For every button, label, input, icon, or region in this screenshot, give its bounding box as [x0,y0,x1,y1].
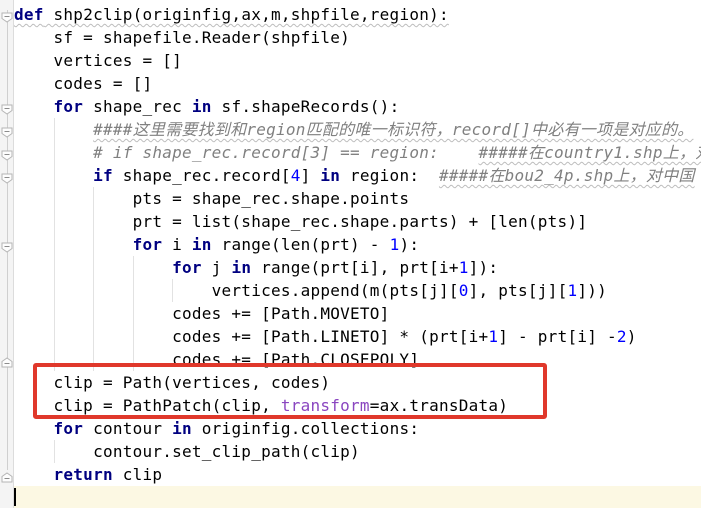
code-token: for [54,97,84,116]
code-token: codes = [] [14,74,152,93]
code-token: in [192,97,212,116]
code-token: i [162,235,192,254]
pycharm-editor: def shp2clip(originfig,ax,m,shpfile,regi… [0,0,701,508]
code-token [14,465,54,484]
code-token: ####这里需要找到和region匹配的唯一标识符，record[]中必有一项是… [93,120,693,139]
code-token [14,97,54,116]
fold-collapse-icon[interactable] [1,167,13,178]
code-token: codes += [Path.LINETO] * (prt[i+ [14,327,488,346]
code-token: def [14,5,44,24]
code-token: for [133,235,163,254]
fold-end-icon[interactable] [1,466,13,477]
code-token: 0 [459,281,469,300]
code-token: ]): [469,258,499,277]
code-token: ])) [577,281,607,300]
code-token [14,120,93,139]
code-token: codes += [Path.MOVETO] [14,304,390,323]
code-token: prt = list(shape_rec.shape.parts) + [len… [14,212,587,231]
code-line-21[interactable]: return clip [14,463,701,486]
code-token: contour [83,419,172,438]
code-token: vertices = [] [14,51,182,70]
code-token: j [202,258,232,277]
code-token: # if shape_rec.record[3] == region: [93,143,478,162]
fold-collapse-icon[interactable] [1,6,13,17]
code-token: #####在country1.shp上，对 [479,143,701,162]
code-area[interactable]: def shp2clip(originfig,ax,m,shpfile,regi… [14,3,701,508]
code-token: ], pts[j][ [469,281,568,300]
code-token: 1 [488,327,498,346]
code-token: contour.set_clip_path(clip) [14,442,360,461]
fold-collapse-icon[interactable] [1,236,13,247]
code-token: sf.shapeRecords(): [212,97,400,116]
fold-collapse-icon[interactable] [1,144,13,155]
code-token: 1 [567,281,577,300]
code-token: vertices.append(m(pts[j][ [14,281,459,300]
code-line-4[interactable]: codes = [] [14,72,701,95]
code-token: originfig.collections: [192,419,419,438]
code-token: 2 [617,327,627,346]
code-token: in [172,419,192,438]
code-line-5[interactable]: for shape_rec in sf.shapeRecords(): [14,95,701,118]
code-token [14,143,93,162]
code-token: #####在bou2_4p.shp上，对中国 [439,166,695,185]
code-line-7[interactable]: # if shape_rec.record[3] == region: ####… [14,141,701,164]
code-token [14,258,172,277]
code-token: range(len(prt) - [212,235,390,254]
code-token: 4 [291,166,301,185]
code-token: 1 [390,235,400,254]
code-token: shp2clip(originfig,ax,m,shpfile,region): [44,5,449,24]
text-caret [14,488,16,506]
code-token: ): [399,235,419,254]
code-line-14[interactable]: codes += [Path.MOVETO] [14,302,701,325]
code-line-20[interactable]: contour.set_clip_path(clip) [14,440,701,463]
code-line-2[interactable]: sf = shapefile.Reader(shpfile) [14,26,701,49]
code-token: 1 [459,258,469,277]
code-token: in [231,258,251,277]
code-token: sf = shapefile.Reader(shpfile) [14,28,350,47]
code-token: clip [113,465,162,484]
code-line-11[interactable]: for i in range(len(prt) - 1): [14,233,701,256]
code-line-19[interactable]: for contour in originfig.collections: [14,417,701,440]
code-token: for [172,258,202,277]
fold-collapse-icon[interactable] [1,98,13,109]
code-token: shape_rec [83,97,192,116]
code-token: region: [340,166,439,185]
code-token [14,419,54,438]
code-line-9[interactable]: pts = shape_rec.shape.points [14,187,701,210]
code-token: if [93,166,113,185]
code-token: in [192,235,212,254]
code-token [14,166,93,185]
red-annotation-box [33,363,547,419]
code-token: range(prt[i], prt[i+ [251,258,459,277]
code-token: ) [627,327,637,346]
code-line-15[interactable]: codes += [Path.LINETO] * (prt[i+1] - prt… [14,325,701,348]
code-line-6[interactable]: ####这里需要找到和region匹配的唯一标识符，record[]中必有一项是… [14,118,701,141]
code-line-13[interactable]: vertices.append(m(pts[j][0], pts[j][1])) [14,279,701,302]
editor-gutter [0,0,14,508]
code-token: return [54,465,113,484]
code-line-22[interactable] [14,486,701,508]
code-line-12[interactable]: for j in range(prt[i], prt[i+1]): [14,256,701,279]
code-token: shape_rec.record[ [113,166,291,185]
code-token: ] - prt[i] - [498,327,617,346]
code-line-3[interactable]: vertices = [] [14,49,701,72]
code-token: pts = shape_rec.shape.points [14,189,409,208]
code-token: ] [301,166,321,185]
code-line-10[interactable]: prt = list(shape_rec.shape.parts) + [len… [14,210,701,233]
code-line-1[interactable]: def shp2clip(originfig,ax,m,shpfile,regi… [14,3,701,26]
fold-collapse-icon[interactable] [1,121,13,132]
code-token: for [54,419,84,438]
code-token: in [320,166,340,185]
code-token [14,235,133,254]
fold-end-icon[interactable] [1,351,13,362]
code-line-8[interactable]: if shape_rec.record[4] in region: #####在… [14,164,701,187]
